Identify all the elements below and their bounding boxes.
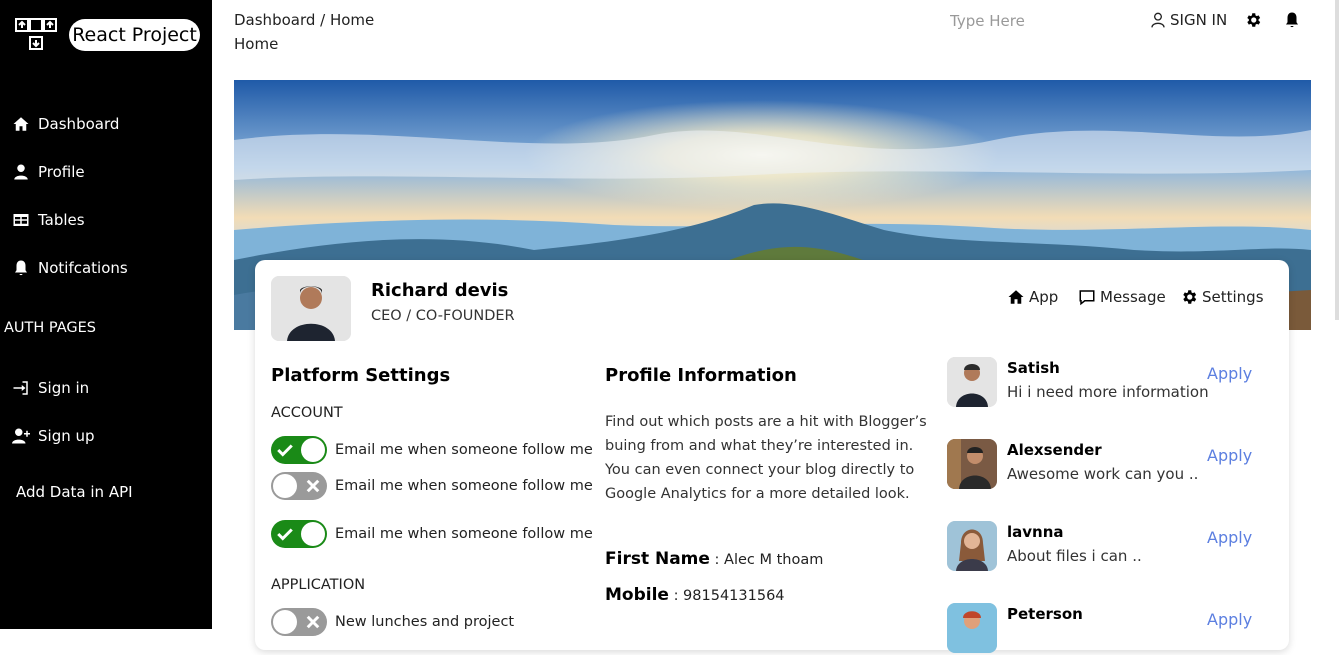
- page-scrollbar[interactable]: [1335, 0, 1339, 320]
- table-icon: [13, 214, 29, 226]
- conversation-name: Alexsender: [1007, 441, 1102, 459]
- page-title: Home: [234, 35, 279, 53]
- check-icon: [277, 444, 293, 457]
- info-mobile: Mobile : 98154131564: [605, 585, 785, 605]
- sidebar-item-sign-in[interactable]: Sign in: [12, 379, 89, 397]
- avatar: [947, 439, 997, 489]
- message-icon: [1079, 290, 1095, 306]
- avatar[interactable]: [271, 276, 351, 341]
- conversation-message: Hi i need more information: [1007, 383, 1209, 401]
- search-input[interactable]: [946, 8, 1126, 34]
- list-item: lavnna About files i can .. Apply: [947, 521, 1267, 573]
- tab-settings[interactable]: Settings: [1180, 288, 1264, 306]
- info-value: : 98154131564: [673, 588, 785, 604]
- conversation-name: lavnna: [1007, 523, 1064, 541]
- info-key: Mobile: [605, 585, 669, 605]
- profile-role: CEO / CO-FOUNDER: [371, 308, 515, 324]
- account-heading: ACCOUNT: [271, 405, 343, 421]
- toggle-row: Email me when someone follow me: [271, 472, 593, 500]
- add-data-link[interactable]: Add Data in API: [16, 483, 133, 501]
- person-photo: [271, 276, 351, 341]
- conversation-name: Peterson: [1007, 605, 1083, 623]
- sidebar-item-label: Profile: [38, 163, 85, 181]
- sidebar-item-profile[interactable]: Profile: [12, 163, 85, 181]
- tab-label: Message: [1100, 288, 1166, 306]
- email-follow-toggle[interactable]: [271, 472, 327, 500]
- profile-card: Richard devis CEO / CO-FOUNDER App Messa…: [255, 260, 1289, 653]
- profile-name: Richard devis: [371, 280, 509, 301]
- tab-label: App: [1029, 288, 1059, 306]
- bell-icon: [15, 260, 27, 276]
- toggle-label: Email me when someone follow me: [335, 478, 593, 494]
- toggle-row: New lunches and project: [271, 608, 514, 636]
- sidebar-item-label: Sign in: [38, 379, 90, 397]
- toggle-label: New lunches and project: [335, 614, 515, 630]
- application-heading: APPLICATION: [271, 577, 366, 593]
- tab-label: Settings: [1202, 288, 1264, 306]
- sidebar-item-label: Notifcations: [38, 259, 128, 277]
- gear-icon[interactable]: [1244, 11, 1262, 29]
- profile-about-text: Find out which posts are a hit with Blog…: [605, 414, 927, 502]
- toggle-row: Email me when someone follow me: [271, 520, 593, 548]
- info-first-name: First Name : Alec M thoam: [605, 549, 823, 569]
- sign-in-button[interactable]: SIGN IN: [1150, 11, 1227, 29]
- conversation-message: About files i can ..: [1007, 547, 1142, 565]
- auth-pages-heading: AUTH PAGES: [4, 320, 96, 336]
- breadcrumb[interactable]: Dashboard / Home: [234, 11, 374, 29]
- sidebar-item-tables[interactable]: Tables: [12, 211, 85, 229]
- sidebar-item-label: Sign up: [38, 427, 95, 445]
- info-key: First Name: [605, 549, 710, 569]
- toggle-label: Email me when someone follow me: [335, 442, 593, 458]
- list-item: Alexsender Awesome work can you .. Apply: [947, 439, 1267, 491]
- logo-icon: [15, 18, 57, 50]
- sign-in-icon: [13, 381, 28, 395]
- email-follow-toggle[interactable]: [271, 436, 327, 464]
- tab-app[interactable]: App: [1007, 288, 1058, 306]
- apply-button[interactable]: Apply: [1207, 528, 1252, 547]
- user-outline-icon: [1151, 12, 1165, 28]
- home-icon: [13, 117, 29, 131]
- avatar: [947, 521, 997, 571]
- bell-icon[interactable]: [1283, 11, 1301, 29]
- user-icon: [14, 164, 28, 180]
- avatar: [947, 357, 997, 407]
- apply-button[interactable]: Apply: [1207, 364, 1252, 383]
- sidebar: React Project Dashboard Profile Tables N…: [0, 0, 212, 629]
- sign-in-label: SIGN IN: [1170, 11, 1228, 29]
- avatar: [947, 603, 997, 653]
- gear-icon: [1183, 290, 1197, 304]
- sidebar-item-label: Tables: [38, 211, 85, 229]
- sidebar-item-sign-up[interactable]: Sign up: [12, 427, 95, 445]
- toggle-row: Email me when someone follow me: [271, 436, 593, 464]
- new-launches-toggle[interactable]: [271, 608, 327, 636]
- close-icon: [306, 479, 320, 493]
- apply-button[interactable]: Apply: [1207, 610, 1252, 629]
- sidebar-item-dashboard[interactable]: Dashboard: [12, 115, 119, 133]
- apply-button[interactable]: Apply: [1207, 446, 1252, 465]
- list-item: Satish Hi i need more information Apply: [947, 357, 1267, 409]
- platform-settings-title: Platform Settings: [271, 365, 451, 386]
- info-value: : Alec M thoam: [714, 552, 824, 568]
- profile-information-title: Profile Information: [605, 365, 797, 386]
- brand-badge[interactable]: React Project: [69, 19, 200, 51]
- email-follow-toggle[interactable]: [271, 520, 327, 548]
- conversation-message: Awesome work can you ..: [1007, 465, 1199, 483]
- home-icon: [1008, 290, 1024, 304]
- check-icon: [277, 528, 293, 541]
- conversation-name: Satish: [1007, 359, 1060, 377]
- list-item: Peterson Apply: [947, 603, 1267, 655]
- close-icon: [306, 615, 320, 629]
- sidebar-item-notifications[interactable]: Notifcations: [12, 259, 128, 277]
- sidebar-item-label: Dashboard: [38, 115, 120, 133]
- user-plus-icon: [12, 428, 30, 444]
- toggle-label: Email me when someone follow me: [335, 526, 593, 542]
- tab-message[interactable]: Message: [1078, 288, 1166, 306]
